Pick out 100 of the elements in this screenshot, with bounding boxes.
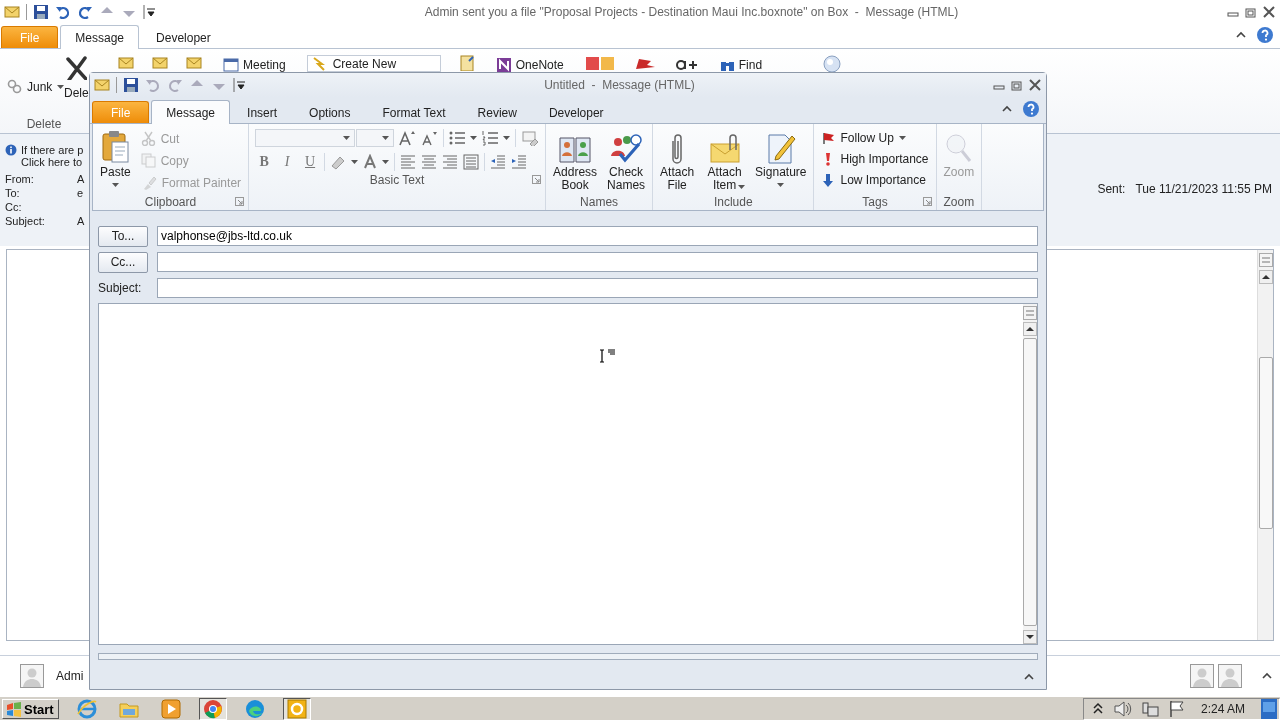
clear-format-icon[interactable]: [521, 130, 540, 146]
flag-icon: [821, 131, 836, 145]
ribbon-button[interactable]: Signature: [752, 127, 810, 188]
ribbon-button[interactable]: Attach Item: [701, 127, 749, 190]
clock: 2:24 AM: [1200, 702, 1245, 716]
field-label: Subject:: [98, 281, 143, 295]
ribbon-tab[interactable]: Message: [60, 25, 140, 49]
dropdown-arrow-icon: [382, 160, 390, 164]
ribbon-button[interactable]: Paste: [97, 127, 134, 188]
network-icon[interactable]: [1141, 700, 1159, 718]
indent-icon[interactable]: [511, 154, 528, 170]
show-hidden-icon[interactable]: [1091, 702, 1104, 716]
input-field[interactable]: valphonse@jbs-ltd.co.uk: [157, 226, 1038, 246]
save-icon[interactable]: [33, 4, 49, 20]
delete-icon: [65, 56, 88, 80]
ribbon-button[interactable]: Attach File: [657, 127, 698, 193]
restore-icon[interactable]: [1010, 78, 1024, 92]
highlighter-icon[interactable]: [330, 154, 347, 170]
calendar-icon: [223, 57, 239, 73]
ribbon-tab[interactable]: Message: [151, 100, 231, 124]
align-left-icon[interactable]: [400, 154, 417, 170]
globe-icon[interactable]: [823, 55, 842, 73]
ribbon-button[interactable]: Check Names: [604, 127, 649, 193]
find-button[interactable]: Find: [716, 55, 766, 75]
scroll-up-icon[interactable]: [1023, 322, 1037, 336]
copy-icon: [140, 153, 156, 168]
ribbon-tab[interactable]: Developer: [533, 101, 619, 123]
ribbon-button[interactable]: Address Book: [550, 127, 601, 193]
browser-icon: [244, 699, 265, 719]
clipboard-icon: [100, 130, 131, 164]
action-center-icon[interactable]: [1168, 700, 1185, 718]
ribbon-button[interactable]: Low Importance: [818, 171, 932, 189]
save-icon[interactable]: [123, 77, 139, 93]
avatar-icon: [1218, 664, 1242, 688]
scroll-up-icon[interactable]: [1258, 270, 1273, 284]
help-icon[interactable]: [1022, 99, 1040, 118]
ribbon-tab[interactable]: Review: [462, 101, 532, 123]
group-label: Basic Text: [369, 172, 425, 187]
meeting-button[interactable]: Meeting: [220, 55, 289, 75]
shrink-font-icon[interactable]: [421, 130, 439, 146]
font-color-icon[interactable]: [363, 154, 378, 170]
taskbar-button[interactable]: [198, 698, 227, 720]
speaker-icon[interactable]: [1113, 700, 1132, 718]
grow-font-icon[interactable]: [399, 130, 417, 146]
restore-icon[interactable]: [1244, 5, 1258, 19]
show-desktop-icon[interactable]: [1261, 699, 1277, 719]
close-icon[interactable]: [1262, 5, 1276, 19]
junk-icon: [7, 79, 22, 94]
customize-icon[interactable]: [143, 4, 157, 20]
quick-steps-gallery[interactable]: Create New: [306, 55, 441, 72]
envelope-clip-icon: [709, 134, 740, 164]
recipient-button[interactable]: To...: [98, 225, 148, 247]
ribbon-tab[interactable]: Format Text: [367, 101, 461, 123]
input-field[interactable]: [157, 278, 1038, 298]
redo-icon[interactable]: [77, 4, 93, 20]
outdent-icon[interactable]: [490, 154, 507, 170]
launcher-icon[interactable]: [235, 197, 245, 206]
group-label: Clipboard: [144, 194, 197, 209]
group-label: Delete: [25, 117, 63, 133]
numbering-icon[interactable]: [482, 130, 499, 146]
format-button[interactable]: I: [278, 153, 297, 171]
size-dropdown[interactable]: [356, 129, 395, 147]
taskbar-button[interactable]: [282, 698, 311, 720]
undo-icon[interactable]: [55, 4, 71, 20]
format-button[interactable]: U: [301, 153, 320, 171]
document-icon[interactable]: [458, 55, 475, 71]
format-button[interactable]: B: [255, 153, 274, 171]
ribbon-tab[interactable]: Developer: [141, 26, 226, 48]
envelope-icon[interactable]: [118, 55, 134, 71]
ribbon-tab[interactable]: Insert: [232, 101, 293, 123]
scrollbar-thumb[interactable]: [1258, 357, 1273, 529]
notebook-icon: [495, 57, 512, 73]
start-button[interactable]: Start: [2, 699, 59, 719]
customize-icon[interactable]: [233, 77, 247, 93]
scroll-down-icon[interactable]: [1023, 630, 1037, 644]
ribbon-button[interactable]: High Importance: [818, 150, 932, 168]
dropdown-arrow-icon: [503, 136, 511, 140]
delete-button[interactable]: Dele: [65, 55, 88, 101]
launcher-icon[interactable]: [532, 175, 542, 184]
window-title: Untitled - Message (HTML): [543, 78, 696, 92]
align-center-icon[interactable]: [421, 154, 438, 170]
dropdown-arrow-icon: [470, 136, 478, 140]
launcher-icon[interactable]: [922, 197, 932, 206]
contact-name: Admi: [56, 669, 84, 683]
group-label: Names: [580, 194, 619, 209]
justify-icon[interactable]: [463, 154, 480, 170]
envelope-icon[interactable]: [152, 55, 168, 71]
header-label: Subject:: [5, 215, 46, 227]
align-right-icon[interactable]: [442, 154, 459, 170]
close-icon[interactable]: [1028, 78, 1042, 92]
envelope-icon[interactable]: [186, 55, 202, 71]
input-field[interactable]: [157, 252, 1038, 272]
ribbon-tab[interactable]: Options: [294, 101, 366, 123]
bullets-icon[interactable]: [449, 130, 466, 146]
ribbon-button[interactable]: Follow Up: [818, 129, 932, 147]
scrollbar-thumb[interactable]: [1023, 338, 1037, 626]
squares-icon[interactable]: [584, 55, 615, 71]
header-label: From:: [5, 173, 35, 185]
help-icon[interactable]: [1256, 25, 1274, 44]
recipient-button[interactable]: Cc...: [98, 251, 148, 273]
